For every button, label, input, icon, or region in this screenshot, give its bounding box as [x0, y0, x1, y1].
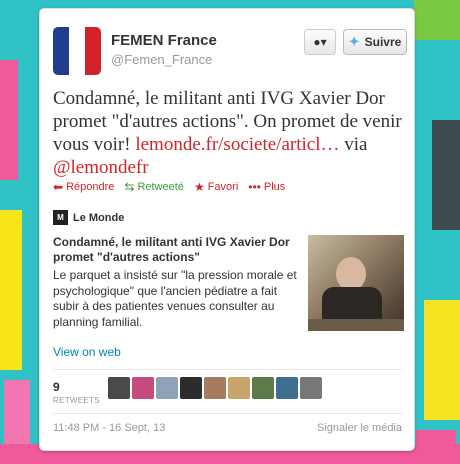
card-description: Le parquet a insisté sur "la pression mo…: [53, 268, 297, 329]
retweet-icon: ⇆: [124, 180, 135, 194]
more-label: Plus: [263, 181, 286, 193]
retweeter-avatar[interactable]: [108, 377, 130, 399]
tweet-text: Condamné, le militant anti IVG Xavier Do…: [53, 87, 405, 179]
divider: [53, 369, 403, 370]
reply-label: Répondre: [66, 181, 115, 193]
favorite-button[interactable]: ★ Favori: [194, 179, 238, 195]
more-dots-icon: •••: [248, 180, 261, 194]
report-media-link[interactable]: Signaler le média: [317, 422, 402, 434]
star-icon: ★: [193, 180, 205, 194]
retweeter-avatars: [108, 377, 322, 399]
user-dropdown-button[interactable]: ●▾: [304, 29, 336, 55]
divider: [53, 413, 403, 414]
tweet-actions: ⬅ Répondre ⇆ Retweeté ★ Favori ••• Plus: [53, 179, 285, 195]
card-title[interactable]: Condamné, le militant anti IVG Xavier Do…: [53, 235, 293, 265]
retweeter-avatar[interactable]: [300, 377, 322, 399]
user-dropdown-icon: ●▾: [313, 35, 327, 49]
card-source[interactable]: M Le Monde: [53, 210, 124, 225]
retweet-label: Retweeté: [137, 181, 184, 193]
retweet-count[interactable]: 9: [53, 380, 60, 394]
retweeter-avatar[interactable]: [180, 377, 202, 399]
favorite-label: Favori: [207, 181, 239, 193]
card-thumbnail[interactable]: [308, 235, 404, 331]
retweeter-avatar[interactable]: [252, 377, 274, 399]
le-monde-logo-icon: M: [53, 210, 68, 225]
mention-link[interactable]: @lemondefr: [53, 157, 149, 178]
retweeter-avatar[interactable]: [156, 377, 178, 399]
retweet-button[interactable]: ⇆ Retweeté: [124, 179, 184, 195]
retweeter-avatar[interactable]: [204, 377, 226, 399]
tweet-via: via: [339, 134, 368, 155]
card-source-name: Le Monde: [73, 211, 125, 224]
reply-button[interactable]: ⬅ Répondre: [53, 179, 114, 195]
reply-icon: ⬅: [53, 180, 64, 194]
user-handle[interactable]: @Femen_France: [111, 52, 212, 67]
retweeter-avatar[interactable]: [132, 377, 154, 399]
tweet-header: FEMEN France @Femen_France ●▾ ✦ Suivre: [53, 27, 407, 75]
retweet-count-label: RETWEETS: [53, 396, 100, 405]
bird-icon: ✦: [348, 34, 360, 49]
follow-button[interactable]: ✦ Suivre: [343, 29, 407, 55]
more-button[interactable]: ••• Plus: [248, 179, 285, 195]
tweet-card: FEMEN France @Femen_France ●▾ ✦ Suivre C…: [39, 8, 415, 451]
retweeter-avatar[interactable]: [276, 377, 298, 399]
retweeter-avatar[interactable]: [228, 377, 250, 399]
follow-label: Suivre: [364, 35, 402, 49]
avatar[interactable]: [53, 27, 101, 75]
tweet-timestamp[interactable]: 11:48 PM - 16 Sept, 13: [53, 422, 165, 434]
article-link[interactable]: lemonde.fr/societe/articl…: [135, 134, 339, 155]
user-name[interactable]: FEMEN France: [111, 32, 217, 49]
view-on-web-link[interactable]: View on web: [53, 345, 121, 359]
